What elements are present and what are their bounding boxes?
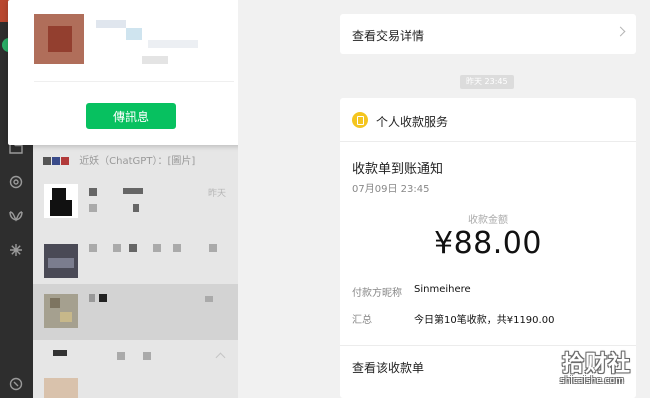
chat-preview-text: 近妖（ChatGPT）：[圖片] bbox=[79, 156, 196, 167]
id-blur bbox=[148, 40, 198, 48]
transaction-detail-link[interactable]: 查看交易详情 bbox=[352, 27, 424, 44]
chat-preview-row[interactable]: 近妖（ChatGPT）：[圖片] bbox=[43, 152, 195, 167]
avatar bbox=[34, 14, 84, 64]
amount-value: ¥88.00 bbox=[434, 226, 542, 261]
message-timestamp: 昨天 23:45 bbox=[460, 75, 514, 89]
payer-value: Sinmeihere bbox=[414, 284, 471, 295]
channels-icon[interactable] bbox=[6, 206, 26, 226]
chat-time: 昨天 bbox=[207, 189, 226, 199]
avatar bbox=[44, 244, 78, 278]
notice-time: 07月09日 23:45 bbox=[352, 184, 430, 195]
avatar bbox=[44, 378, 78, 398]
list-item[interactable] bbox=[33, 340, 238, 370]
payer-label: 付款方昵称 bbox=[352, 288, 402, 299]
summary-value: 今日第10笔收款，共¥1190.00 bbox=[414, 315, 555, 326]
list-item[interactable] bbox=[33, 372, 238, 398]
notice-title: 收款单到账通知 bbox=[352, 162, 444, 177]
watermark-text: 拾财社 bbox=[562, 352, 632, 377]
watermark: 拾财社 shicaishe.com bbox=[556, 346, 646, 392]
watermark-url: shicaishe.com bbox=[560, 376, 624, 386]
list-item[interactable] bbox=[33, 284, 238, 340]
send-message-button[interactable]: 傳訊息 bbox=[86, 103, 176, 129]
chevron-right-icon bbox=[615, 26, 626, 37]
phone-icon[interactable] bbox=[6, 374, 26, 394]
conversation-pane: 查看交易详情 昨天 23:45 个人收款服务 收款单到账通知 07月09日 23… bbox=[238, 0, 650, 398]
contact-popup: 傳訊息 bbox=[8, 0, 244, 145]
list-item[interactable] bbox=[33, 236, 238, 284]
summary-label: 汇总 bbox=[352, 315, 372, 326]
region-blur bbox=[142, 56, 168, 64]
chevron-up-icon[interactable] bbox=[215, 352, 226, 363]
view-bill-link[interactable]: 查看该收款单 bbox=[352, 359, 424, 376]
mini-avatar bbox=[43, 157, 51, 165]
transaction-detail-card[interactable]: 查看交易详情 bbox=[340, 14, 636, 54]
avatar bbox=[44, 294, 78, 328]
mini-avatar bbox=[61, 157, 69, 165]
avatar bbox=[44, 184, 78, 218]
moments-icon[interactable] bbox=[6, 172, 26, 192]
list-item[interactable]: 昨天 bbox=[33, 176, 238, 224]
spark-icon[interactable] bbox=[6, 240, 26, 260]
name-blur bbox=[126, 28, 142, 40]
service-title: 个人收款服务 bbox=[376, 115, 449, 129]
name-blur bbox=[96, 20, 126, 28]
divider bbox=[340, 141, 636, 142]
divider bbox=[34, 81, 234, 82]
mini-avatar bbox=[52, 157, 60, 165]
amount-label: 收款金额 bbox=[468, 215, 508, 226]
payment-service-icon bbox=[352, 112, 368, 128]
